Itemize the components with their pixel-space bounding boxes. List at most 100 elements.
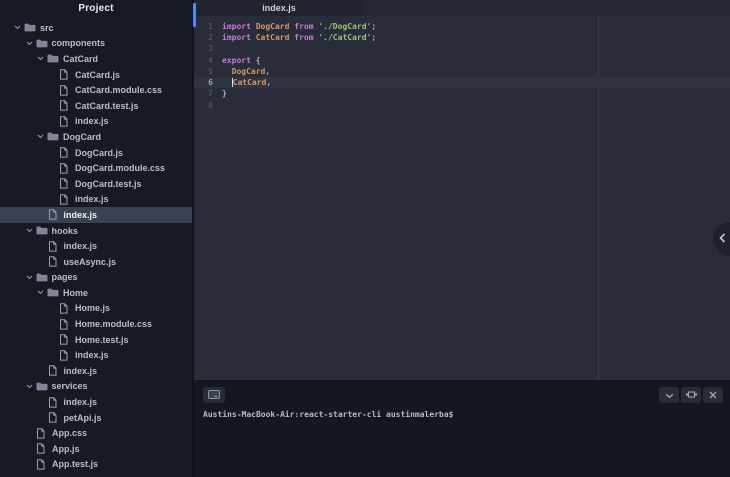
code-line-4[interactable]: 4 export { [194,54,730,65]
tree-item-label: index.js [75,350,109,361]
tree-item-dogcard-test-js[interactable]: DogCard.test.js [0,176,192,192]
chevron-down-icon[interactable] [26,228,36,233]
tree-item-label: DogCard.module.css [75,163,166,174]
tree-item-label: index.js [63,397,98,408]
active-pane-accent-bar [193,3,196,27]
tree-item-src[interactable]: src [0,20,192,36]
code-line-1[interactable]: 1 import DogCard from './DogCard'; [194,21,730,32]
file-icon [36,428,51,439]
expand-icon [685,386,697,404]
tree-item-label: Home.module.css [75,319,153,330]
file-icon [59,147,74,158]
terminal-prompt[interactable]: Austins-MacBook-Air:react-starter-cli au… [203,410,453,419]
tree-item-dogcard-module-css[interactable]: DogCard.module.css [0,160,192,176]
file-icon [59,334,74,345]
tree-item-label: CatCard.test.js [75,100,139,111]
chevron-down-icon[interactable] [26,275,36,280]
terminal-tab-button[interactable] [203,387,225,403]
tree-item-label: index.js [75,194,109,205]
tab-index-js[interactable]: index.js [195,0,363,16]
file-explorer-sidebar: Project src components CatCard CatCard.js Ca… [0,0,193,477]
tree-item-label: useAsync.js [63,256,117,267]
tab-label: index.js [262,3,296,13]
tree-item-app-js[interactable]: App.js [0,441,192,457]
file-icon [59,303,74,314]
chevron-down-icon[interactable] [37,134,47,139]
file-icon [36,443,51,454]
tree-item-useasync-js[interactable]: useAsync.js [0,254,192,270]
tree-item-home-js[interactable]: Home.js [0,301,192,317]
terminal-close-button[interactable] [703,387,723,403]
tree-item-index-js[interactable]: index.js [0,114,192,130]
line-number: 4 [208,55,213,65]
tree-item-index-js[interactable]: index.js [0,238,192,254]
tree-item-services[interactable]: services [0,379,192,395]
tree-item-app-test-js[interactable]: App.test.js [0,457,192,473]
terminal-icon [208,386,220,404]
tree-item-catcard[interactable]: CatCard [0,51,192,67]
chevron-down-icon[interactable] [14,25,24,30]
tree-item-label: index.js [63,209,98,220]
file-icon [59,100,74,111]
file-icon [59,318,74,330]
code-line-6[interactable]: 6 CatCard, [194,76,730,89]
tree-item-index-js[interactable]: index.js [0,192,192,208]
code-line-3[interactable]: 3 [194,43,730,54]
tree-item-home-test-js[interactable]: Home.test.js [0,332,192,348]
tree-item-label: components [51,38,106,49]
file-icon [48,209,63,221]
tree-item-index-js[interactable]: index.js [0,207,192,223]
folder-icon [24,23,39,32]
code-line-8[interactable]: 8 [194,100,730,111]
tree-item-index-js[interactable]: index.js [0,363,192,379]
line-text: import DogCard from './DogCard'; [222,21,377,31]
tree-item-label: petApi.js [63,412,102,423]
tree-item-index-js[interactable]: index.js [0,394,192,410]
file-icon [59,116,74,127]
ide-window: Project src components CatCard CatCard.js Ca… [0,0,730,477]
tree-item-components[interactable]: components [0,36,192,52]
line-text: } [222,89,227,99]
line-text: DogCard, [231,66,271,76]
terminal-collapse-button[interactable] [659,387,679,403]
code-line-7[interactable]: 7} [194,88,730,99]
tree-item-petapi-js[interactable]: petApi.js [0,410,192,426]
tree-item-label: index.js [63,365,98,376]
tree-item-hooks[interactable]: hooks [0,223,192,239]
tree-item-label: DogCard.test.js [75,178,142,189]
code-editor[interactable]: 1 import DogCard from './DogCard'; 2 import… [194,16,730,379]
tree-item-label: pages [51,272,78,283]
chevron-down-icon[interactable] [26,41,36,46]
chevron-down-icon[interactable] [37,290,47,295]
line-number: 3 [208,44,213,54]
file-icon [59,178,74,189]
file-icon [48,240,63,252]
chevron-down-icon[interactable] [26,384,36,389]
tree-item-app-css[interactable]: App.css [0,425,192,441]
tree-item-label: App.test.js [52,459,99,470]
tree-item-index-js[interactable]: index.js [0,347,192,363]
folder-icon [36,226,51,235]
tree-item-dogcard[interactable]: DogCard [0,129,192,145]
sidebar-title: Project [78,3,114,14]
tree-item-catcard-test-js[interactable]: CatCard.test.js [0,98,192,114]
folder-icon [47,132,62,141]
terminal-expand-button[interactable] [681,387,701,403]
tree-item-label: src [40,22,54,33]
tree-item-catcard-js[interactable]: CatCard.js [0,67,192,83]
tree-item-home[interactable]: Home [0,285,192,301]
line-text: export { [222,55,261,65]
file-icon [48,412,63,423]
tree-item-home-module-css[interactable]: Home.module.css [0,316,192,332]
code-line-5[interactable]: 5 DogCard, [194,66,730,77]
tree-item-catcard-module-css[interactable]: CatCard.module.css [0,82,192,98]
line-number: 6 [208,78,213,88]
folder-icon [36,382,51,391]
tree-item-dogcard-js[interactable]: DogCard.js [0,145,192,161]
file-icon [48,256,63,267]
tree-item-pages[interactable]: pages [0,270,192,286]
file-icon [36,459,51,470]
line-text: import CatCard from './CatCard'; [222,32,377,42]
code-line-2[interactable]: 2 import CatCard from './CatCard'; [194,32,730,43]
chevron-down-icon[interactable] [37,56,47,61]
